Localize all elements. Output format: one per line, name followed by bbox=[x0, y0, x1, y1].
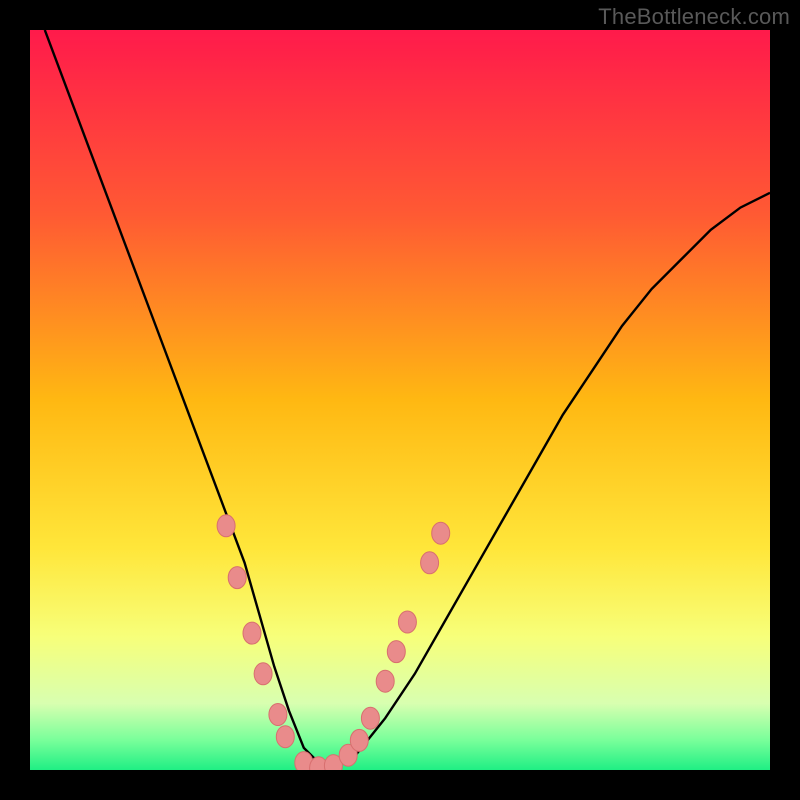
marker-point bbox=[398, 611, 416, 633]
plot-area bbox=[30, 30, 770, 770]
marker-point bbox=[254, 663, 272, 685]
marker-point bbox=[387, 641, 405, 663]
marker-point bbox=[243, 622, 261, 644]
watermark-text: TheBottleneck.com bbox=[598, 4, 790, 30]
chart-frame: TheBottleneck.com bbox=[0, 0, 800, 800]
marker-point bbox=[276, 726, 294, 748]
marker-point bbox=[361, 707, 379, 729]
marker-point bbox=[432, 522, 450, 544]
marker-point bbox=[228, 567, 246, 589]
chart-svg bbox=[30, 30, 770, 770]
marker-point bbox=[269, 704, 287, 726]
marker-point bbox=[350, 729, 368, 751]
marker-point bbox=[421, 552, 439, 574]
marker-point bbox=[376, 670, 394, 692]
marker-point bbox=[217, 515, 235, 537]
